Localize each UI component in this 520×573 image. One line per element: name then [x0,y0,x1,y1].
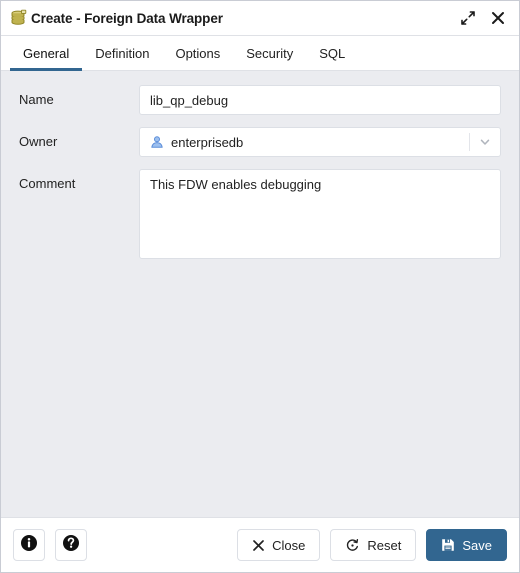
name-control [139,85,501,115]
tab-general-label: General [23,45,70,61]
save-button[interactable]: Save [426,529,507,561]
foreign-data-wrapper-icon [10,9,28,27]
name-label: Name [19,92,54,107]
owner-label: Owner [19,134,58,149]
tab-definition[interactable]: Definition [82,36,162,70]
save-button-label: Save [462,537,492,553]
dialog-tabbar: General Definition Options Security SQL [1,36,519,71]
info-circle-icon [20,534,38,557]
create-foreign-data-wrapper-dialog: Create - Foreign Data Wrapper General De… [0,0,520,573]
owner-select[interactable]: enterprisedb [139,127,501,157]
close-button[interactable]: Close [237,529,321,561]
dialog-title: Create - Foreign Data Wrapper [31,10,223,26]
tab-security-label: Security [246,45,294,61]
user-icon [150,135,164,149]
reset-button-label: Reset [367,537,402,553]
x-icon [252,539,265,552]
general-tab-panel: Name Owner enterprisedb [1,71,519,517]
owner-select-value-wrap: enterprisedb [150,135,469,150]
close-button-label: Close [272,537,306,553]
close-icon[interactable] [487,7,509,29]
help-button[interactable] [55,529,87,561]
name-field-row: Name [19,85,501,115]
comment-label: Comment [19,176,76,191]
question-circle-icon [62,534,80,557]
dialog-titlebar: Create - Foreign Data Wrapper [1,1,519,36]
dialog-footer: Close Reset Save [1,517,519,572]
owner-selected-value: enterprisedb [171,134,244,150]
comment-control [139,169,501,264]
reset-button[interactable]: Reset [330,529,417,561]
chevron-down-icon[interactable] [470,128,500,156]
info-button[interactable] [13,529,45,561]
comment-field-row: Comment [19,169,501,264]
tab-sql[interactable]: SQL [306,36,358,70]
owner-control: enterprisedb [139,127,501,157]
reset-circular-arrow-icon [345,538,360,553]
tab-general[interactable]: General [10,36,83,71]
tab-options[interactable]: Options [162,36,233,70]
tab-sql-label: SQL [319,45,346,61]
tab-options-label: Options [175,45,221,61]
tab-security[interactable]: Security [233,36,306,70]
tab-definition-label: Definition [95,45,150,61]
floppy-disk-save-icon [441,538,455,552]
expand-diagonal-icon[interactable] [457,7,479,29]
comment-textarea[interactable] [139,169,501,259]
owner-field-row: Owner enterprisedb [19,127,501,157]
name-input[interactable] [139,85,501,115]
